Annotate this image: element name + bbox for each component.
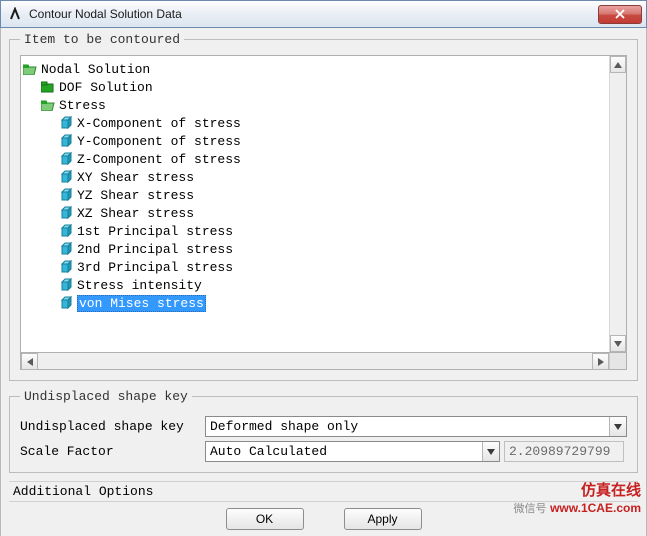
cube-icon — [59, 170, 73, 184]
tree-node-stress-item[interactable]: X-Component of stress — [23, 114, 607, 132]
dialog-window: Contour Nodal Solution Data Item to be c… — [0, 0, 647, 536]
scale-factor-value: 2.20989729799 — [504, 441, 624, 462]
folder-open-icon — [23, 62, 37, 76]
chevron-right-icon — [598, 358, 604, 366]
additional-options-label: Additional Options — [13, 484, 153, 499]
ok-button[interactable]: OK — [226, 508, 304, 530]
tree-vscrollbar[interactable] — [609, 56, 626, 352]
scroll-left-button[interactable] — [21, 353, 38, 370]
group-item-to-contour: Item to be contoured Nodal Solution — [9, 32, 638, 381]
tree-node-stress-item[interactable]: YZ Shear stress — [23, 186, 607, 204]
shape-key-label: Undisplaced shape key — [20, 419, 205, 434]
chevron-down-icon — [614, 341, 622, 347]
cube-icon — [59, 260, 73, 274]
row-shape-key: Undisplaced shape key Deformed shape onl… — [20, 416, 627, 437]
shape-key-dropdown[interactable]: Deformed shape only — [205, 416, 627, 437]
tree-node-stress-item[interactable]: Y-Component of stress — [23, 132, 607, 150]
tree-node-stress[interactable]: Stress — [23, 96, 607, 114]
cube-icon — [59, 242, 73, 256]
chevron-left-icon — [27, 358, 33, 366]
apply-button[interactable]: Apply — [344, 508, 422, 530]
scale-factor-label: Scale Factor — [20, 444, 205, 459]
watermark: 仿真在线 微信号 www.1CAE.com — [513, 482, 641, 518]
tree-node-stress-item[interactable]: XY Shear stress — [23, 168, 607, 186]
cube-icon — [59, 188, 73, 202]
chevron-down-icon — [482, 442, 499, 461]
tree-node-stress-item[interactable]: 2nd Principal stress — [23, 240, 607, 258]
titlebar[interactable]: Contour Nodal Solution Data — [0, 0, 647, 28]
scroll-right-button[interactable] — [592, 353, 609, 370]
tree-node-root[interactable]: Nodal Solution — [23, 60, 607, 78]
scroll-corner — [609, 353, 626, 369]
folder-open-icon — [41, 98, 55, 112]
row-scale-factor: Scale Factor Auto Calculated 2.209897297… — [20, 441, 627, 462]
tree-node-stress-item[interactable]: Stress intensity — [23, 276, 607, 294]
scroll-down-button[interactable] — [610, 335, 626, 352]
chevron-up-icon — [614, 62, 622, 68]
group-undisplaced-shape: Undisplaced shape key Undisplaced shape … — [9, 389, 638, 473]
group2-legend: Undisplaced shape key — [20, 389, 192, 404]
client-area: Item to be contoured Nodal Solution — [0, 28, 647, 536]
folder-icon — [41, 80, 55, 94]
tree-node-stress-item[interactable]: 3rd Principal stress — [23, 258, 607, 276]
app-icon — [7, 6, 23, 22]
group1-legend: Item to be contoured — [20, 32, 184, 47]
chevron-down-icon — [609, 417, 626, 436]
scroll-up-button[interactable] — [610, 56, 626, 73]
window-title: Contour Nodal Solution Data — [29, 7, 598, 21]
close-icon — [615, 9, 625, 19]
tree-node-dof[interactable]: DOF Solution — [23, 78, 607, 96]
cube-icon — [59, 224, 73, 238]
cube-icon — [59, 296, 73, 310]
tree-node-stress-item[interactable]: 1st Principal stress — [23, 222, 607, 240]
cube-icon — [59, 152, 73, 166]
close-button[interactable] — [598, 5, 642, 24]
scale-factor-dropdown[interactable]: Auto Calculated — [205, 441, 500, 462]
cube-icon — [59, 134, 73, 148]
cube-icon — [59, 278, 73, 292]
tree-node-stress-item[interactable]: Z-Component of stress — [23, 150, 607, 168]
cube-icon — [59, 206, 73, 220]
tree-node-stress-item[interactable]: von Mises stress — [23, 294, 607, 312]
tree-node-stress-item[interactable]: XZ Shear stress — [23, 204, 607, 222]
solution-tree[interactable]: Nodal Solution DOF Solution — [21, 56, 609, 352]
cube-icon — [59, 116, 73, 130]
tree-hscrollbar[interactable] — [20, 353, 627, 370]
tree-container: Nodal Solution DOF Solution — [20, 55, 627, 353]
